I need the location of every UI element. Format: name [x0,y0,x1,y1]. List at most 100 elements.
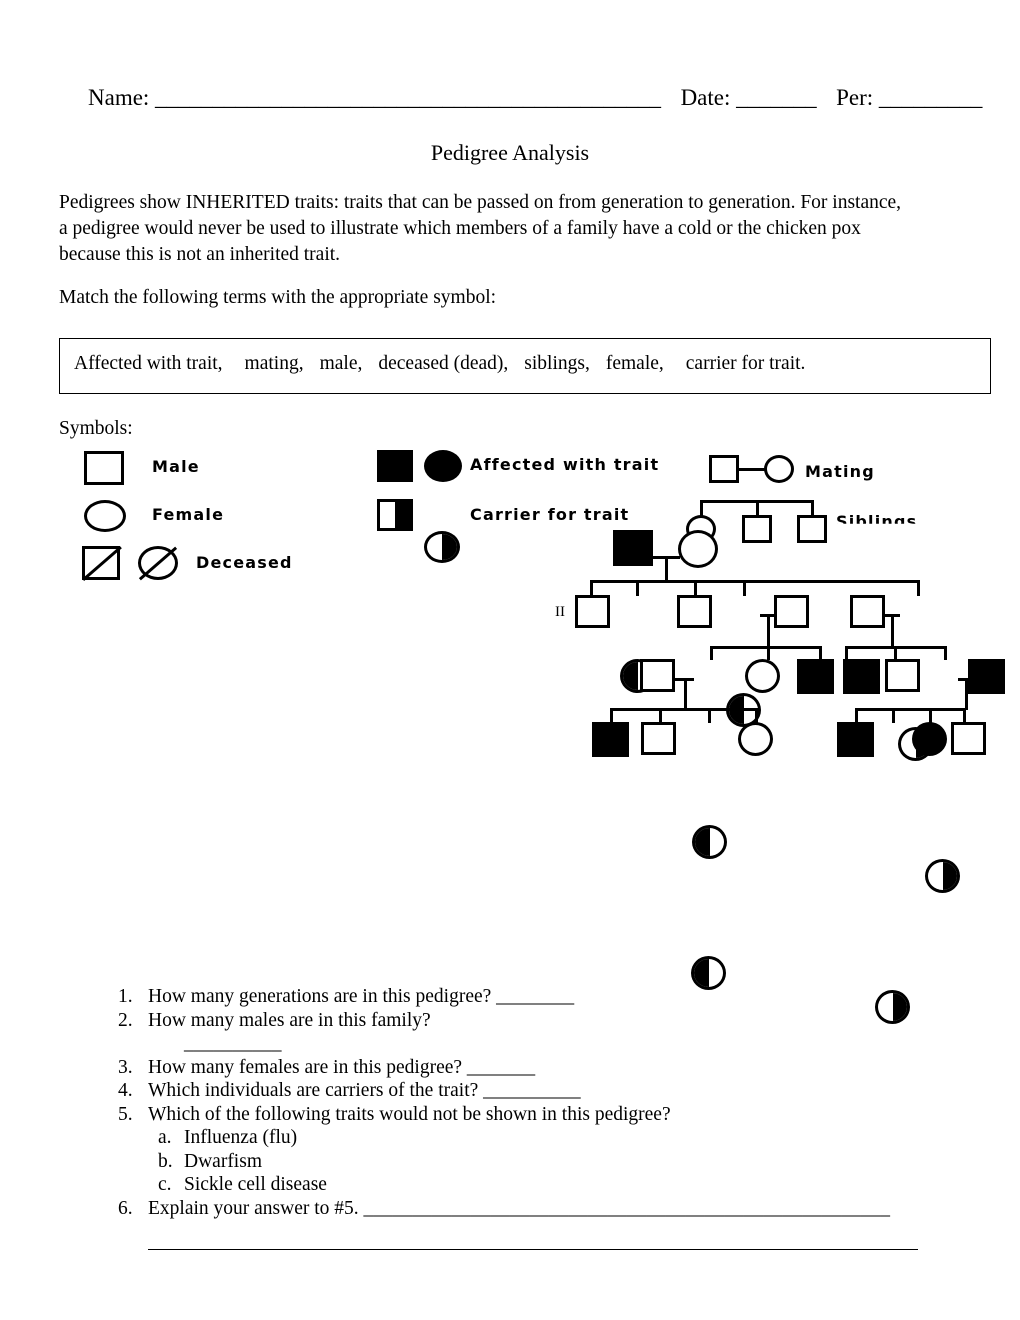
worksheet-page: Name: __________________________________… [0,0,1020,1320]
word-bank-term-carrier: carrier for trait. [685,353,806,374]
gen1-female-unaffected [678,530,718,568]
gen3-drop-r3 [944,646,947,660]
option-b-text: Dwarfism [184,1150,262,1172]
gen2-drop-5 [917,580,920,596]
gen3-individual-1-male [640,659,675,692]
gen2-drop-2 [636,580,639,596]
option-a-letter: a. [158,1127,172,1148]
question-3-number: 3. [118,1056,133,1078]
date-field-label[interactable]: Date: _______ [681,85,817,110]
question-6: 6. Explain your answer to #5. __________… [112,1197,942,1221]
generation-label-ii: II [555,604,565,620]
word-bank-terms: Affected with trait, mating, male, deceased… [74,353,980,375]
word-bank-box: Affected with trait, mating, male, deceased… [59,338,991,394]
question-1: 1. How many generations are in this pedi… [112,985,942,1009]
gen3-individual-3-female [745,659,780,693]
gen3-individual-5-male-affected [843,659,880,694]
legend-deceased-circle-icon [136,545,180,581]
legend-mating-connector [738,468,766,471]
gen3-individual-6-male [885,659,920,692]
gen4-drop-r3 [929,708,932,723]
gen2-drop-4 [743,580,746,596]
gen4-right-individual-4-male [951,722,986,755]
legend-siblings-square-1-icon [742,515,772,543]
word-bank-term-male: male, [319,353,363,374]
question-5-option-c[interactable]: c. Sickle cell disease [112,1173,942,1197]
gen2-drop-3 [694,580,697,596]
legend-female-circle-icon [84,500,126,532]
gen2-individual-6-male [850,595,885,628]
gen4-drop-r4 [963,708,966,723]
word-bank-term-mating: mating, [244,353,304,374]
gen4-drop-l1 [610,708,613,723]
question-3-text: How many females are in this pedigree? _… [148,1056,536,1078]
legend-male-square-icon [84,451,124,485]
page-title: Pedigree Analysis [430,140,590,165]
gen4-drop-r1 [855,708,858,723]
word-bank-term-affected: Affected with trait, [74,353,223,374]
question-2: 2. How many males are in this family? __… [112,1009,942,1056]
legend-siblings-label: Siblings [836,512,918,531]
gen3-individual-7-female-carrier [925,859,960,893]
question-4-text: Which individuals are carriers of the tr… [148,1080,581,1101]
gen3-drop-r1 [845,646,848,660]
gen3-drop-l1 [710,646,713,660]
gen3-drop-r2 [894,646,897,660]
legend-female-label: Female [152,505,225,524]
question-5-option-b[interactable]: b. Dwarfism [112,1150,942,1174]
gen2-drop-1 [590,580,593,596]
intro-paragraph: Pedigrees show INHERITED traits: traits … [59,192,902,265]
legend-siblings-drop-2 [756,500,759,516]
legend-carrier-label: Carrier for trait [470,505,630,524]
question-5: 5. Which of the following traits would n… [112,1103,942,1127]
option-c-text: Sickle cell disease [184,1174,327,1195]
gen4-drop-r2 [892,708,895,723]
question-4-number: 4. [118,1080,133,1101]
legend-mating-label: Mating [805,462,875,481]
legend-mating-circle-icon [764,455,794,483]
gen3-individual-4-male-affected [797,659,834,694]
gen4-sibship-bar-right [855,708,965,711]
period-field-label[interactable]: Per: _________ [836,85,982,110]
student-info-header: Name: __________________________________… [88,84,982,112]
gen2-sibship-bar [590,580,920,583]
gen2-individual-3-male [677,595,712,628]
gen4-drop-l4 [755,708,758,723]
legend-siblings-square-2-icon [797,515,827,543]
match-instruction: Match the following terms with the appro… [59,287,497,308]
legend-affected-square-icon [377,450,413,482]
question-6-text[interactable]: Explain your answer to #5. _____________… [148,1198,890,1219]
answer-continuation-line[interactable] [148,1249,918,1250]
question-4: 4. Which individuals are carriers of the… [112,1079,942,1103]
name-field-label[interactable]: Name: __________________________________… [88,85,661,110]
legend-siblings-drop-1 [700,500,703,516]
question-6-number: 6. [118,1197,133,1219]
question-2-answer-blank[interactable]: __________ [148,1032,942,1056]
gen4-right-individual-3-female-affected [912,722,947,756]
option-b-letter: b. [158,1150,173,1172]
question-5-option-a[interactable]: a. Influenza (flu) [112,1126,942,1150]
legend-deceased-square-icon [80,545,122,582]
gen3-descent-line-left [684,678,687,710]
gen1-male-affected [613,530,653,566]
gen4-drop-l3 [708,708,711,723]
word-bank-term-deceased: deceased (dead), [378,353,509,374]
gen3-sibship-bar-left [710,646,822,649]
gen3-individual-2-female-carrier [692,825,727,859]
gen4-left-individual-1-male-affected [592,722,629,757]
legend-male-label: Male [152,457,200,476]
question-1-text: How many generations are in this pedigre… [148,986,575,1007]
gen1-descent-line [665,556,668,582]
gen2-individual-1-male [575,595,610,628]
word-bank-term-siblings: siblings, [524,353,590,374]
gen3-descent-line-right [965,678,968,710]
gen2-descent-line-b [891,614,894,648]
gen4-left-individual-4-female [738,722,773,756]
legend-carrier-square-icon [377,499,413,531]
option-c-letter: c. [158,1174,172,1195]
gen4-right-individual-1-male-affected [837,722,874,757]
legend-carrier-circle-icon [424,531,460,563]
legend-siblings-drop-3 [811,500,814,516]
symbols-section-label: Symbols: [59,418,133,439]
gen3-individual-8-male-affected [968,659,1005,694]
